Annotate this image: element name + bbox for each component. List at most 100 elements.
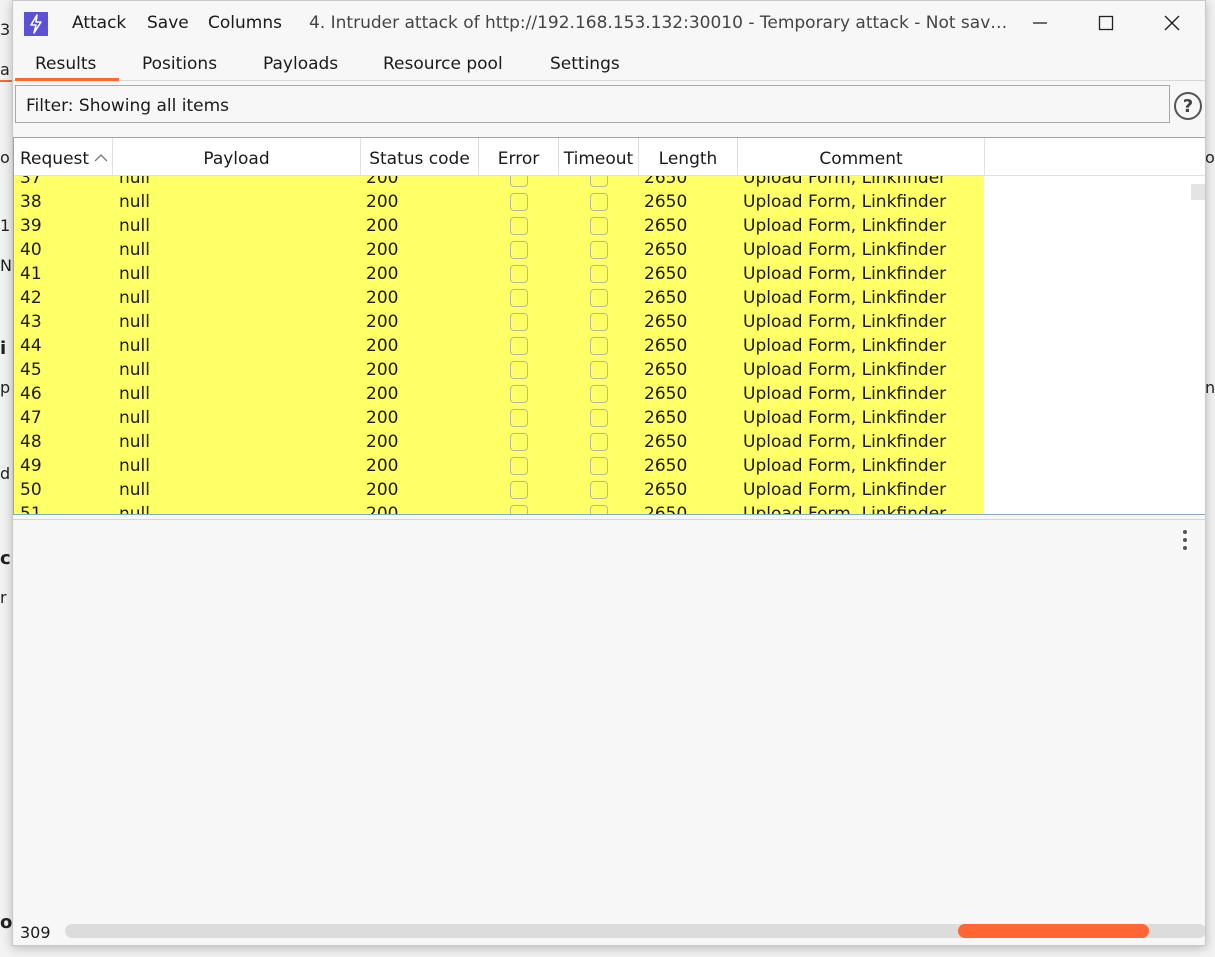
cell-length: 2650 — [644, 216, 688, 236]
column-header-payload[interactable]: Payload — [113, 138, 361, 176]
window-title: 4. Intruder attack of http://192.168.153… — [309, 13, 1009, 33]
menu-save[interactable]: Save — [147, 13, 189, 33]
table-row[interactable]: 44 null 200 2650 Upload Form, Linkfinder — [14, 334, 984, 358]
error-checkbox — [510, 337, 528, 355]
cell-length: 2650 — [644, 408, 688, 428]
active-tab-indicator — [15, 78, 119, 81]
background-fragment: o — [0, 148, 10, 167]
table-header: Request Payload Status code Error Timeou… — [14, 138, 1205, 176]
cell-request: 51 — [20, 504, 42, 515]
error-checkbox — [510, 481, 528, 499]
background-fragment: 1 — [0, 216, 11, 235]
background-fragment: i — [0, 338, 7, 359]
timeout-checkbox — [590, 385, 608, 403]
table-row[interactable]: 48 null 200 2650 Upload Form, Linkfinder — [14, 430, 984, 454]
timeout-checkbox — [590, 241, 608, 259]
cell-payload: null — [119, 480, 150, 500]
cell-status-code: 200 — [366, 192, 399, 212]
cell-payload: null — [119, 216, 150, 236]
error-checkbox — [510, 265, 528, 283]
cell-payload: null — [119, 504, 150, 515]
progress-bar-fill — [958, 924, 1149, 938]
cell-comment: Upload Form, Linkfinder — [743, 432, 947, 452]
cell-status-code: 200 — [366, 312, 399, 332]
cell-status-code: 200 — [366, 480, 399, 500]
error-checkbox — [510, 433, 528, 451]
cell-request: 49 — [20, 456, 42, 476]
cell-length: 2650 — [644, 288, 688, 308]
cell-request: 47 — [20, 408, 42, 428]
request-detail-pane — [13, 519, 1205, 915]
tab-settings[interactable]: Settings — [550, 54, 620, 74]
cell-status-code: 200 — [366, 504, 399, 515]
table-row[interactable]: 42 null 200 2650 Upload Form, Linkfinder — [14, 286, 984, 310]
background-fragment: o — [0, 912, 12, 933]
tab-resource-pool[interactable]: Resource pool — [383, 54, 503, 74]
table-row[interactable]: 41 null 200 2650 Upload Form, Linkfinder — [14, 262, 984, 286]
error-checkbox — [510, 217, 528, 235]
table-row[interactable]: 45 null 200 2650 Upload Form, Linkfinder — [14, 358, 984, 382]
tab-results[interactable]: Results — [35, 54, 96, 74]
cell-request: 45 — [20, 360, 42, 380]
error-checkbox — [510, 313, 528, 331]
cell-status-code: 200 — [366, 288, 399, 308]
table-row[interactable]: 50 null 200 2650 Upload Form, Linkfinder — [14, 478, 984, 502]
cell-payload: null — [119, 240, 150, 260]
cell-length: 2650 — [644, 504, 688, 515]
error-checkbox — [510, 505, 528, 514]
minimize-button[interactable] — [1007, 1, 1073, 45]
menu-columns[interactable]: Columns — [208, 13, 282, 33]
cell-length: 2650 — [644, 192, 688, 212]
vertical-scrollbar-thumb[interactable] — [1191, 184, 1205, 200]
table-row[interactable]: 47 null 200 2650 Upload Form, Linkfinder — [14, 406, 984, 430]
background-fragment: n — [1205, 378, 1215, 397]
cell-length: 2650 — [644, 312, 688, 332]
table-row[interactable]: 40 null 200 2650 Upload Form, Linkfinder — [14, 238, 984, 262]
column-header-comment[interactable]: Comment — [738, 138, 985, 176]
table-row[interactable]: 38 null 200 2650 Upload Form, Linkfinder — [14, 190, 984, 214]
table-row[interactable]: 51 null 200 2650 Upload Form, Linkfinder — [14, 502, 984, 515]
cell-comment: Upload Form, Linkfinder — [743, 360, 947, 380]
help-icon[interactable]: ? — [1174, 92, 1202, 120]
table-row[interactable]: 43 null 200 2650 Upload Form, Linkfinder — [14, 310, 984, 334]
menu-attack[interactable]: Attack — [72, 13, 126, 33]
intruder-attack-window: Attack Save Columns 4. Intruder attack o… — [12, 0, 1206, 946]
cell-status-code: 200 — [366, 384, 399, 404]
cell-length: 2650 — [644, 384, 688, 404]
results-table: Request Payload Status code Error Timeou… — [13, 137, 1205, 515]
cell-request: 39 — [20, 216, 42, 236]
error-checkbox — [510, 385, 528, 403]
column-header-length[interactable]: Length — [639, 138, 738, 176]
table-row[interactable]: 39 null 200 2650 Upload Form, Linkfinder — [14, 214, 984, 238]
cell-request: 42 — [20, 288, 42, 308]
cell-comment: Upload Form, Linkfinder — [743, 336, 947, 356]
more-vertical-icon[interactable] — [1179, 530, 1191, 550]
cell-request: 43 — [20, 312, 42, 332]
cell-comment: Upload Form, Linkfinder — [743, 192, 947, 212]
table-row[interactable]: 49 null 200 2650 Upload Form, Linkfinder — [14, 454, 984, 478]
cell-payload: null — [119, 336, 150, 356]
column-header-error[interactable]: Error — [479, 138, 559, 176]
cell-request: 50 — [20, 480, 42, 500]
filter-bar[interactable]: Filter: Showing all items — [15, 85, 1170, 123]
cell-payload: null — [119, 456, 150, 476]
cell-length: 2650 — [644, 456, 688, 476]
timeout-checkbox — [590, 505, 608, 514]
cell-payload: null — [119, 360, 150, 380]
timeout-checkbox — [590, 457, 608, 475]
tab-positions[interactable]: Positions — [142, 54, 217, 74]
maximize-button[interactable] — [1073, 1, 1139, 45]
table-row[interactable]: 46 null 200 2650 Upload Form, Linkfinder — [14, 382, 984, 406]
background-accent-line — [0, 80, 12, 82]
cell-comment: Upload Form, Linkfinder — [743, 408, 947, 428]
column-header-timeout[interactable]: Timeout — [559, 138, 639, 176]
cell-payload: null — [119, 264, 150, 284]
tab-bar: Results Positions Payloads Resource pool… — [13, 45, 1205, 81]
background-fragment: c — [0, 548, 11, 569]
cell-length: 2650 — [644, 360, 688, 380]
cell-comment: Upload Form, Linkfinder — [743, 312, 947, 332]
tab-payloads[interactable]: Payloads — [263, 54, 338, 74]
column-header-request[interactable]: Request — [14, 138, 113, 176]
close-button[interactable] — [1139, 1, 1205, 45]
column-header-status-code[interactable]: Status code — [361, 138, 479, 176]
